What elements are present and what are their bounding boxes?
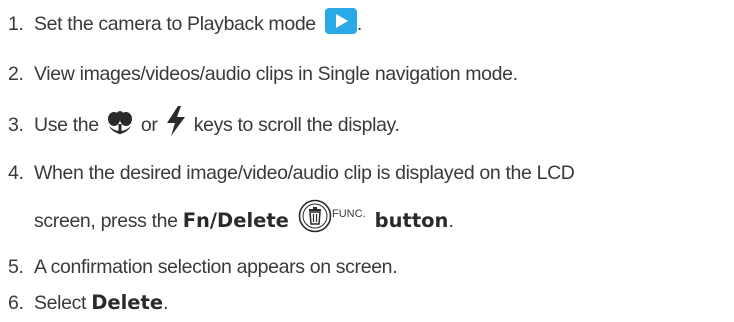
delete-label: Delete <box>91 291 164 314</box>
step-end-punct: . <box>356 13 362 36</box>
step-6: 6. Select Delete. <box>8 291 168 315</box>
step-number: 5. <box>8 256 24 278</box>
step-2: 2. View images/videos/audio clips in Sing… <box>8 62 518 86</box>
playback-icon <box>324 8 357 34</box>
step-number: 2. <box>8 63 24 85</box>
step-text-line1: When the desired image/video/audio clip … <box>34 162 575 184</box>
step-number: 3. <box>8 114 24 137</box>
step-text: Set the camera to Playback mode <box>34 13 316 36</box>
step-text: A confirmation selection appears on scre… <box>34 256 398 278</box>
button-label: button <box>374 209 449 233</box>
step-text-mid: or <box>140 114 158 137</box>
flash-bolt-icon <box>165 106 187 136</box>
trash-delete-icon <box>298 199 332 233</box>
step-3: 3. Use the or keys to scroll the display. <box>8 106 400 141</box>
fn-delete-label: Fn/Delete <box>182 209 289 233</box>
step-text-pre: Use the <box>34 114 99 137</box>
step-number: 1. <box>8 13 24 36</box>
step-number: 4. <box>8 162 24 184</box>
step-end-punct: . <box>163 292 169 314</box>
step-number: 6. <box>8 292 24 314</box>
step-text-pre: Select <box>34 292 87 314</box>
macro-flower-icon <box>106 110 134 136</box>
step-end-punct: . <box>448 210 454 233</box>
step-4: 4. When the desired image/video/audio cli… <box>8 161 575 185</box>
step-1: 1. Set the camera to Playback mode . <box>8 8 362 38</box>
step-text-post: keys to scroll the display. <box>193 114 400 137</box>
step-5: 5. A confirmation selection appears on sc… <box>8 255 398 279</box>
step-text-line2: screen, press the <box>34 210 178 233</box>
step-4-continued: screen, press the Fn/Delete FUNC. button… <box>34 199 454 239</box>
step-text: View images/videos/audio clips in Single… <box>34 63 518 85</box>
func-label: FUNC. <box>331 208 366 221</box>
